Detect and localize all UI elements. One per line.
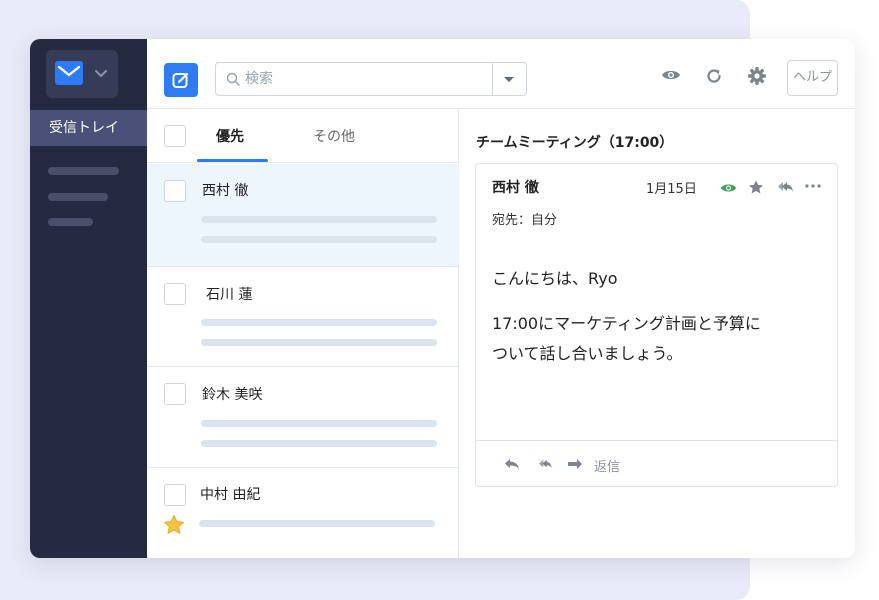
search-divider — [492, 63, 493, 95]
preview-line — [201, 440, 437, 447]
eye-icon[interactable] — [661, 68, 681, 82]
message-row-4[interactable]: 中村 由紀 — [147, 468, 459, 558]
preview-line — [199, 520, 435, 527]
reply-button[interactable]: 返信 — [594, 456, 620, 475]
active-tab-indicator — [197, 159, 268, 162]
sidebar: 受信トレイ — [30, 39, 147, 558]
message-sender: 西村 徹 — [202, 183, 249, 199]
message-checkbox[interactable] — [164, 484, 186, 506]
message-sender-name: 西村 徹 — [492, 180, 539, 196]
message-body-line-2: ついて話し合いましょう。 — [492, 344, 683, 363]
message-actions: 返信 — [476, 440, 837, 487]
preview-line — [201, 420, 437, 427]
tab-other[interactable]: その他 — [313, 126, 355, 146]
search-input[interactable] — [245, 69, 485, 89]
message-row-3[interactable]: 鈴木 美咲 — [147, 367, 459, 468]
preview-line — [201, 236, 437, 243]
search-box — [215, 62, 527, 96]
sidebar-placeholder-2[interactable] — [48, 193, 108, 201]
star-icon[interactable] — [163, 514, 185, 535]
message-checkbox[interactable] — [164, 180, 186, 202]
search-options-dropdown-icon[interactable] — [503, 76, 515, 84]
message-recipient: 宛先：自分 — [492, 213, 558, 228]
message-sender: 中村 由紀 — [200, 487, 261, 503]
gear-icon[interactable] — [747, 66, 767, 86]
reply-all-icon[interactable] — [536, 458, 554, 470]
reply-all-icon[interactable] — [776, 180, 794, 194]
sidebar-item-inbox[interactable]: 受信トレイ — [30, 110, 147, 146]
mail-icon — [55, 61, 83, 85]
preview-line — [201, 319, 437, 326]
reply-icon[interactable] — [504, 458, 520, 470]
message-checkbox[interactable] — [164, 383, 186, 405]
search-icon — [226, 72, 240, 86]
message-card: 西村 徹 1月15日 宛先：自分 こんにちは、Ryo 17:00にマーケティング… — [475, 163, 838, 487]
compose-button[interactable] — [164, 63, 198, 97]
message-list-pane: 優先 その他 西村 徹 石川 蓮 鈴木 美咲 中村 由紀 — [147, 110, 459, 558]
star-icon[interactable] — [748, 179, 764, 195]
refresh-icon[interactable] — [705, 67, 723, 85]
tab-priority[interactable]: 優先 — [216, 126, 244, 146]
preview-line — [201, 339, 437, 346]
list-tabs: 優先 その他 — [147, 110, 459, 163]
message-body-line-1: 17:00にマーケティング計画と予算に — [492, 314, 761, 333]
message-sender: 鈴木 美咲 — [202, 387, 263, 403]
account-switcher-button[interactable] — [46, 50, 118, 98]
toolbar: ヘルプ — [147, 39, 855, 109]
message-subject: チームミーティング（17:00） — [476, 135, 674, 151]
sidebar-placeholder-1[interactable] — [48, 167, 119, 175]
preview-line — [201, 216, 437, 223]
chevron-down-icon — [95, 70, 107, 78]
message-sender: 石川 蓮 — [206, 287, 253, 303]
forward-icon[interactable] — [567, 458, 583, 470]
main-area: ヘルプ 優先 その他 西村 徹 石川 蓮 — [147, 39, 855, 558]
sidebar-placeholder-3[interactable] — [48, 218, 93, 226]
message-row-2[interactable]: 石川 蓮 — [147, 267, 459, 367]
message-date: 1月15日 — [646, 182, 697, 197]
message-row-1[interactable]: 西村 徹 — [147, 164, 459, 267]
eye-icon[interactable] — [720, 182, 737, 194]
more-options-icon[interactable] — [805, 184, 821, 188]
message-checkbox[interactable] — [164, 283, 186, 305]
mail-app-window: 受信トレイ 検索 ヘルプ 優先 その他 西村 徹 石川 蓮 鈴木 美咲 中村 由… — [30, 39, 855, 558]
help-button[interactable]: ヘルプ — [787, 60, 838, 96]
reading-pane: チームミーティング（17:00） 西村 徹 1月15日 宛先：自分 こんにちは、… — [459, 110, 855, 558]
compose-icon — [172, 72, 189, 88]
message-greeting: こんにちは、Ryo — [492, 269, 618, 288]
select-all-checkbox[interactable] — [164, 125, 186, 147]
